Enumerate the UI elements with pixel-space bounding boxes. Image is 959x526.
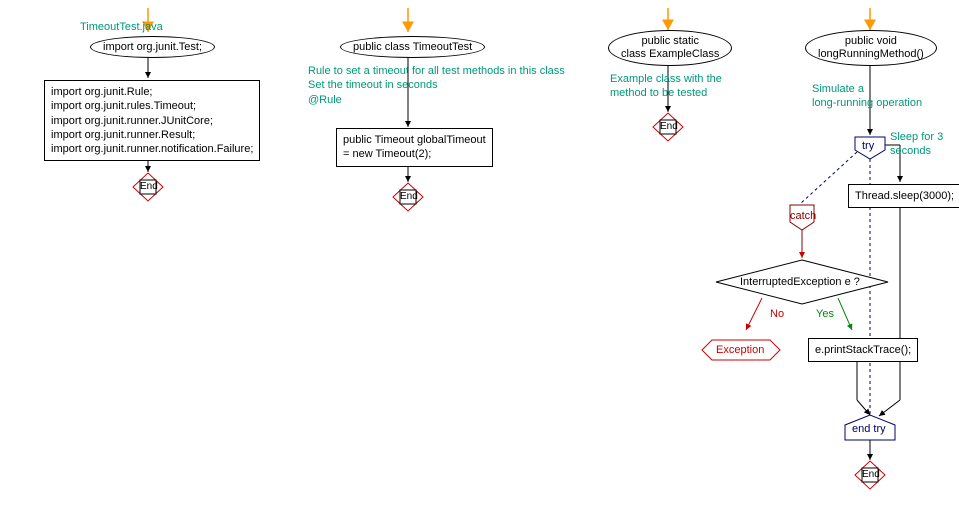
branch1-import-test: import org.junit.Test; [90, 36, 215, 58]
no-label: No [770, 308, 784, 320]
branch1-end-label: End [140, 181, 158, 192]
try-side-comment: Sleep for 3 seconds [890, 130, 959, 159]
endtry-label: end try [852, 423, 886, 435]
branch4-method-decl: public void longRunningMethod() [805, 30, 937, 66]
yes-label: Yes [816, 308, 834, 320]
branch2-end-label: End [400, 191, 418, 202]
catch-label: catch [790, 210, 816, 222]
branch2-comment: Rule to set a timeout for all test metho… [308, 64, 565, 107]
branch4-end-label: End [862, 469, 880, 480]
branch4-comment: Simulate a long-running operation [812, 82, 922, 111]
branch1-title: TimeoutTest.java [80, 20, 163, 34]
branch3-end-label: End [660, 121, 678, 132]
branch3-comment: Example class with the method to be test… [610, 72, 722, 101]
branch3-class-decl: public static class ExampleClass [608, 30, 732, 66]
branch2-class-decl: public class TimeoutTest [340, 36, 485, 58]
diamond-label: InterruptedException e ? [740, 276, 860, 288]
branch1-imports-block: import org.junit.Rule; import org.junit.… [44, 80, 260, 161]
exception-label: Exception [716, 344, 764, 356]
thread-sleep: Thread.sleep(3000); [848, 184, 959, 208]
branch2-timeout-rule: public Timeout globalTimeout = new Timeo… [336, 128, 493, 167]
try-label: try [862, 140, 874, 152]
print-stacktrace: e.printStackTrace(); [808, 338, 918, 362]
